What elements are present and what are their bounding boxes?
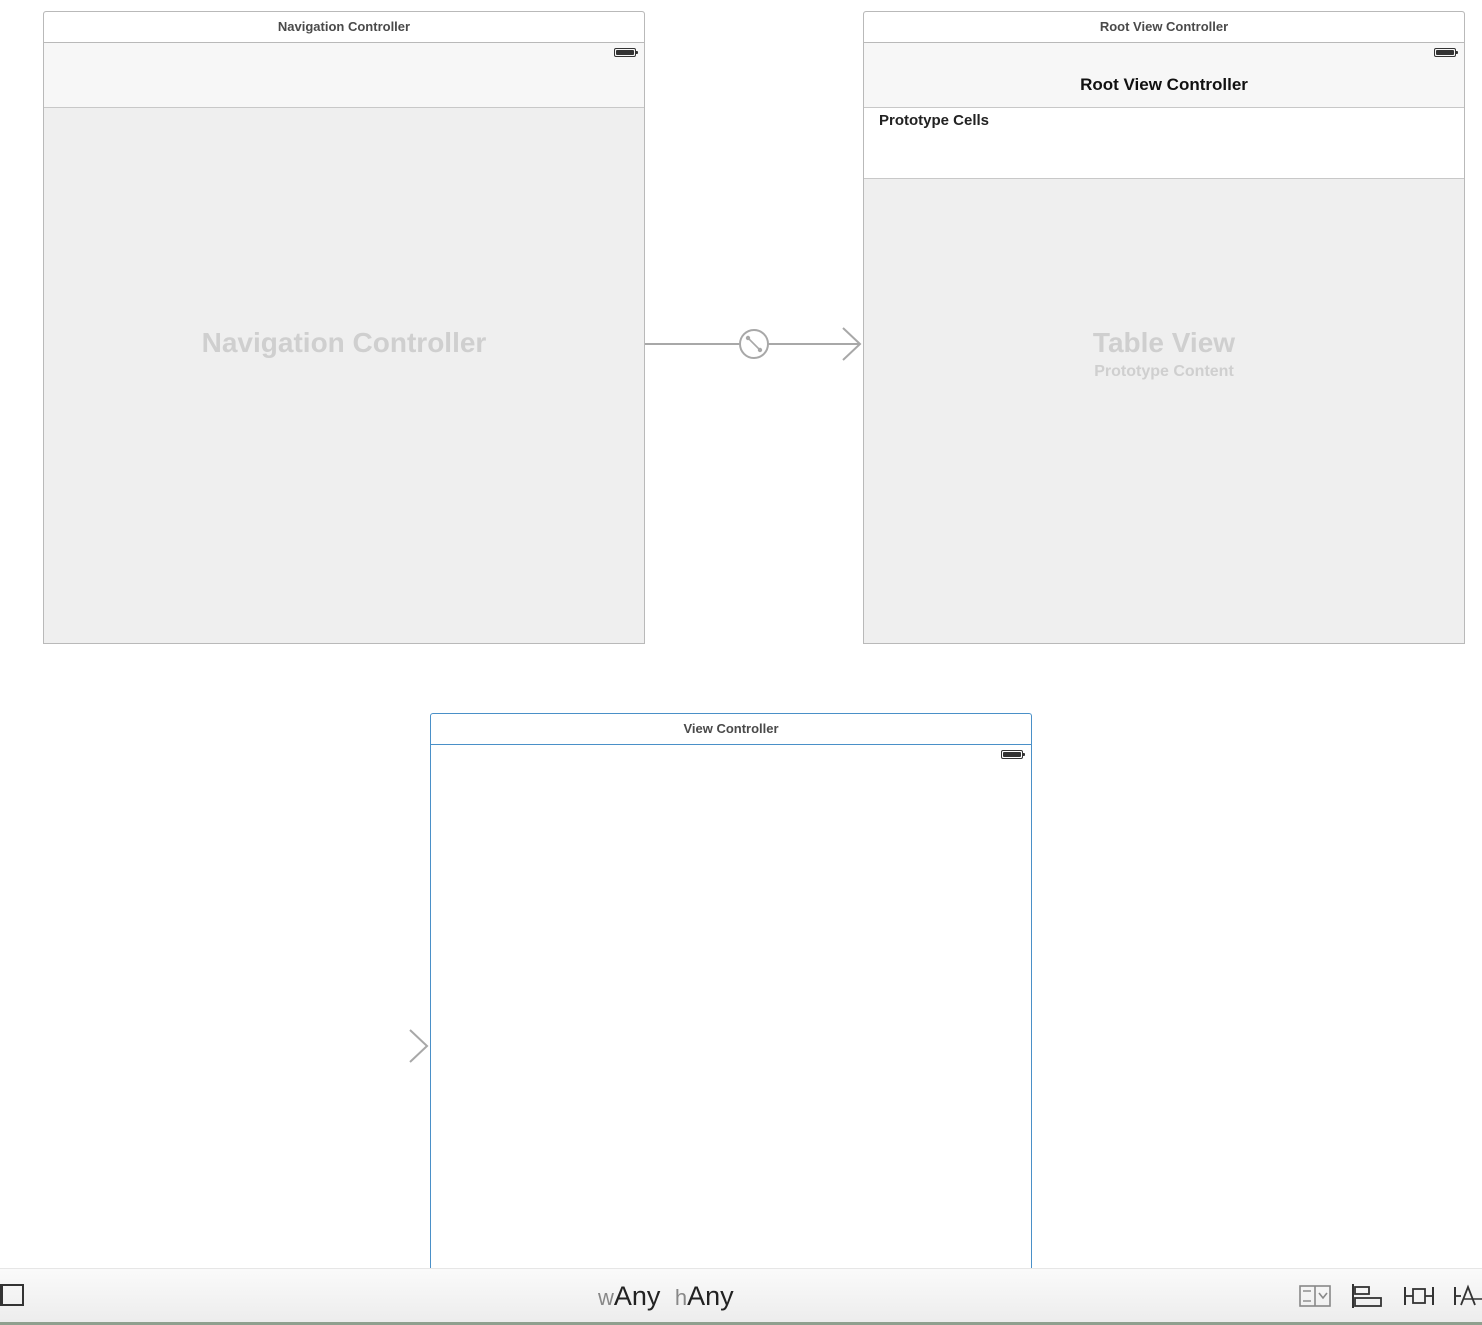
align-icon[interactable] (1350, 1283, 1384, 1309)
width-size-class: Any (613, 1281, 661, 1311)
pin-icon[interactable] (1402, 1283, 1436, 1309)
relationship-segue-icon[interactable] (739, 329, 769, 359)
document-outline-toggle-icon[interactable] (0, 1283, 24, 1307)
segue-arrows (330, 327, 862, 1063)
canvas-bottom-bar: wAny hAny (0, 1268, 1482, 1325)
storyboard-canvas[interactable]: Navigation Controller Navigation Control… (0, 0, 1482, 1325)
initial-view-controller-arrow[interactable] (330, 1029, 429, 1063)
embed-in-stack-icon[interactable] (1298, 1283, 1332, 1309)
resolve-auto-layout-icon[interactable] (1452, 1283, 1482, 1309)
relationship-segue[interactable] (645, 327, 862, 361)
size-class-selector[interactable]: wAny hAny (598, 1281, 744, 1312)
height-prefix: h (674, 1285, 688, 1310)
height-size-class: Any (687, 1281, 734, 1311)
width-prefix: w (598, 1285, 614, 1310)
